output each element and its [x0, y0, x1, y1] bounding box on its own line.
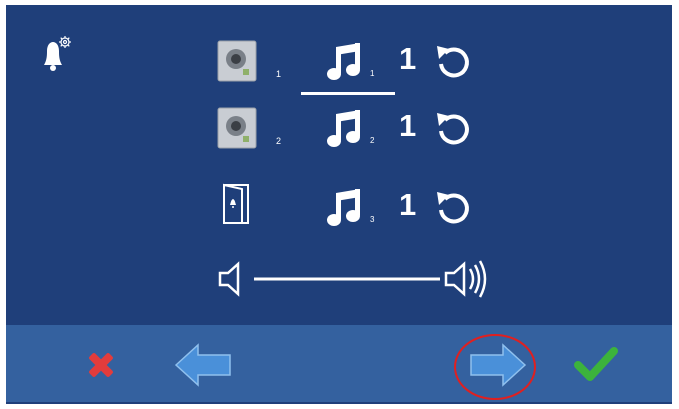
melody-value: 1: [399, 108, 417, 143]
speaker-high-icon: [444, 260, 487, 298]
melody-row-1[interactable]: 1 1 1: [6, 39, 672, 89]
melody-slot-number: 3: [370, 215, 375, 224]
outdoor-panel-icon: [217, 40, 257, 82]
door-bell-icon: [223, 183, 249, 224]
selection-underline: [301, 92, 395, 95]
music-note-icon: [327, 110, 360, 147]
source-number: 1: [276, 69, 282, 79]
highlight-circle: [454, 334, 536, 400]
volume-slider[interactable]: [216, 249, 500, 309]
source-number: 2: [276, 136, 282, 146]
melody-value: 1: [399, 187, 417, 222]
speaker-low-icon: [218, 261, 240, 297]
melody-value: 1: [399, 41, 417, 76]
reset-icon[interactable]: [431, 186, 475, 230]
cancel-icon[interactable]: [66, 325, 136, 402]
confirm-icon[interactable]: [560, 325, 630, 402]
music-note-icon: [327, 43, 360, 80]
melody-slot-number: 1: [370, 69, 375, 78]
bottom-toolbar: [6, 325, 672, 402]
melody-row-2[interactable]: 2 2 1: [6, 106, 672, 156]
reset-icon[interactable]: [431, 40, 475, 84]
melody-row-3[interactable]: 3 1: [6, 183, 672, 235]
screen: 1 1 1 2 2 1 3 1: [6, 5, 672, 404]
music-note-icon: [327, 189, 360, 226]
melody-slot-number: 2: [370, 136, 375, 145]
back-arrow-icon[interactable]: [170, 325, 240, 402]
reset-icon[interactable]: [431, 107, 475, 151]
outdoor-panel-icon: [217, 107, 257, 149]
